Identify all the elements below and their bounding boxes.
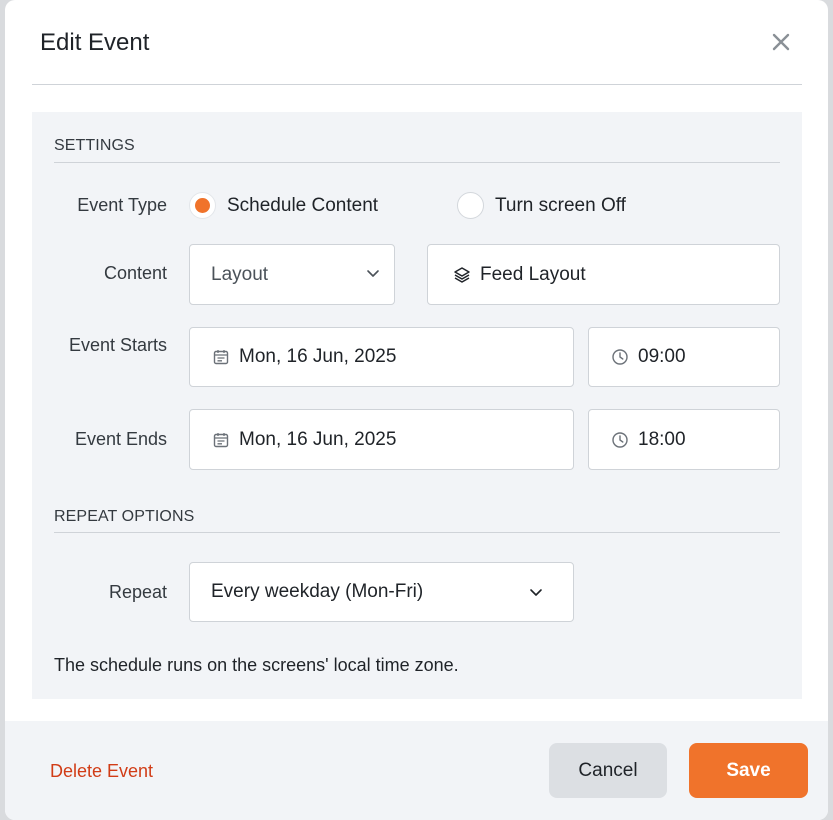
event-ends-time-input[interactable]: 18:00 bbox=[588, 409, 780, 470]
content-type-value: Layout bbox=[211, 263, 269, 285]
dialog-header: Edit Event bbox=[5, 0, 828, 85]
close-button[interactable] bbox=[769, 30, 793, 54]
save-button[interactable]: Save bbox=[689, 743, 808, 798]
event-ends-time-value: 18:00 bbox=[638, 428, 686, 450]
edit-event-dialog: Edit Event SETTINGS Event Type Schedule … bbox=[5, 0, 828, 820]
radio-turn-screen-off-label: Turn screen Off bbox=[495, 194, 626, 216]
event-ends-date-input[interactable]: Mon, 16 Jun, 2025 bbox=[189, 409, 574, 470]
content-type-select[interactable]: Layout bbox=[189, 244, 395, 305]
repeat-value: Every weekday (Mon-Fri) bbox=[211, 581, 424, 602]
cancel-button[interactable]: Cancel bbox=[549, 743, 667, 798]
timezone-note: The schedule runs on the screens' local … bbox=[54, 655, 459, 675]
radio-schedule-content-label: Schedule Content bbox=[227, 194, 379, 216]
event-ends-label: Event Ends bbox=[74, 429, 167, 449]
calendar-icon bbox=[210, 429, 232, 451]
content-item-value: Feed Layout bbox=[480, 263, 586, 285]
radio-unselected-indicator bbox=[457, 192, 484, 219]
settings-divider bbox=[54, 162, 780, 163]
clock-icon bbox=[609, 346, 631, 368]
calendar-icon bbox=[210, 346, 232, 368]
repeat-options-divider bbox=[54, 532, 780, 533]
chevron-down-icon bbox=[530, 589, 542, 596]
header-divider bbox=[32, 84, 802, 85]
settings-section-title: SETTINGS bbox=[54, 137, 135, 154]
content-item-select[interactable]: Feed Layout bbox=[427, 244, 780, 305]
radio-schedule-content[interactable]: Schedule Content bbox=[189, 192, 378, 219]
event-ends-date-value: Mon, 16 Jun, 2025 bbox=[239, 428, 397, 450]
dialog-footer: Delete Event Cancel Save bbox=[5, 721, 828, 820]
layers-icon bbox=[451, 264, 473, 286]
event-starts-date-input[interactable]: Mon, 16 Jun, 2025 bbox=[189, 327, 574, 387]
close-icon bbox=[772, 33, 790, 51]
radio-selected-indicator bbox=[189, 192, 216, 219]
delete-event-link[interactable]: Delete Event bbox=[50, 761, 153, 782]
content-label: Content bbox=[103, 263, 167, 283]
event-starts-time-value: 09:00 bbox=[638, 346, 686, 367]
event-starts-time-input[interactable]: 09:00 bbox=[588, 327, 780, 387]
radio-turn-screen-off[interactable]: Turn screen Off bbox=[457, 192, 626, 219]
repeat-options-section-title: REPEAT OPTIONS bbox=[54, 508, 195, 525]
repeat-select[interactable]: Every weekday (Mon-Fri) bbox=[189, 562, 574, 622]
event-starts-label: Event Starts bbox=[68, 335, 167, 355]
dialog-body: SETTINGS Event Type Schedule Content Tur… bbox=[32, 112, 802, 699]
clock-icon bbox=[609, 429, 631, 451]
event-type-label: Event Type bbox=[77, 195, 167, 215]
dialog-title: Edit Event bbox=[40, 29, 150, 56]
event-starts-date-value: Mon, 16 Jun, 2025 bbox=[239, 346, 397, 367]
repeat-label: Repeat bbox=[108, 582, 167, 602]
chevron-down-icon bbox=[367, 270, 379, 277]
